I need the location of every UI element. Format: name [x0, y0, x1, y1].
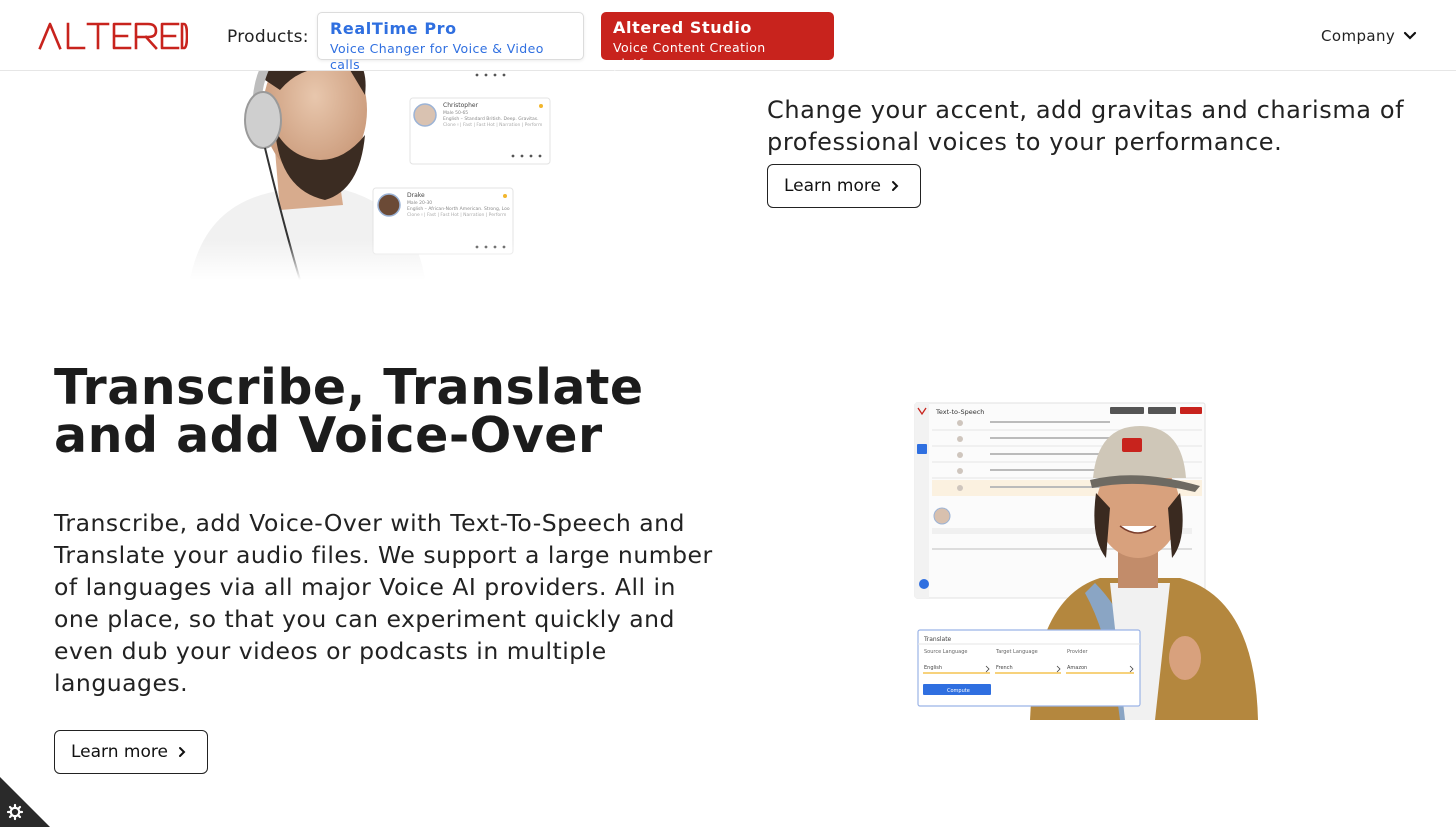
voice-card-tags: Clone ⁞ | Fast | Fast Hot | Narration | …: [443, 122, 542, 128]
target-language-value: French: [996, 665, 1013, 671]
button-label: Learn more: [71, 742, 168, 762]
voice-card-detail: English – Standard British. Deep. Gravit…: [443, 116, 539, 122]
voice-card-name: Drake: [407, 192, 425, 199]
product-subtitle: Voice Changer for Voice & Video calls: [330, 41, 544, 72]
translate-panel-title: Translate: [923, 636, 952, 643]
product-subtitle: Voice Content Creation platform: [613, 40, 766, 71]
chevron-right-icon: [891, 181, 899, 191]
provider-label: Provider: [1067, 649, 1089, 655]
voice-card-name: Christopher: [443, 102, 479, 109]
product-altered-studio-link[interactable]: Altered Studio Voice Content Creation pl…: [601, 12, 834, 71]
product-title: RealTime Pro: [330, 19, 457, 38]
source-language-label: Source Language: [924, 649, 967, 655]
translate-panel: Translate Source Language Target Languag…: [917, 629, 1141, 707]
voice-card-christopher: Christopher Male 50-65 English – Standar…: [409, 97, 551, 165]
source-language-value: English: [924, 665, 942, 671]
app-window-title: Text-to-Speech: [935, 408, 984, 416]
voice-card-meta: Male 50-65: [443, 110, 468, 116]
learn-more-button[interactable]: Learn more: [767, 164, 921, 208]
cookie-settings-button[interactable]: [0, 777, 50, 827]
product-title: Altered Studio: [613, 18, 753, 37]
button-label: Learn more: [784, 176, 881, 196]
company-menu[interactable]: Company: [1321, 27, 1417, 45]
chevron-right-icon: [178, 747, 186, 757]
voice-actor-illustration: Christopher Male 50-65 English – Standar…: [185, 40, 565, 280]
product-realtime-pro-link[interactable]: RealTime Pro Voice Changer for Voice & V…: [317, 12, 584, 72]
section-description: Transcribe, add Voice-Over with Text-To-…: [54, 509, 713, 697]
target-language-label: Target Language: [995, 649, 1038, 655]
voice-card-meta: Male 20-30: [407, 200, 432, 206]
accent-description: Change your accent, add gravitas and cha…: [767, 96, 1405, 156]
voice-card-tags: Clone ⁞ | Fast | Fast Hot | Narration | …: [407, 212, 506, 218]
provider-value: Amazon: [1067, 665, 1087, 671]
site-header: Products: RealTime Pro Voice Changer for…: [0, 0, 1456, 72]
altered-logo[interactable]: [38, 22, 188, 50]
products-label: Products:: [227, 27, 309, 47]
section-title: Transcribe, Translate and add Voice-Over: [54, 359, 644, 464]
company-label: Company: [1321, 27, 1396, 45]
learn-more-button[interactable]: Learn more: [54, 730, 208, 774]
chevron-down-icon: [1404, 31, 1417, 40]
studio-app-illustration: Text-to-Speech Translate Source Language…: [914, 402, 1258, 720]
compute-button-label: Compute: [947, 688, 970, 694]
voice-card-detail: English – African-North American. Strong…: [407, 206, 510, 212]
